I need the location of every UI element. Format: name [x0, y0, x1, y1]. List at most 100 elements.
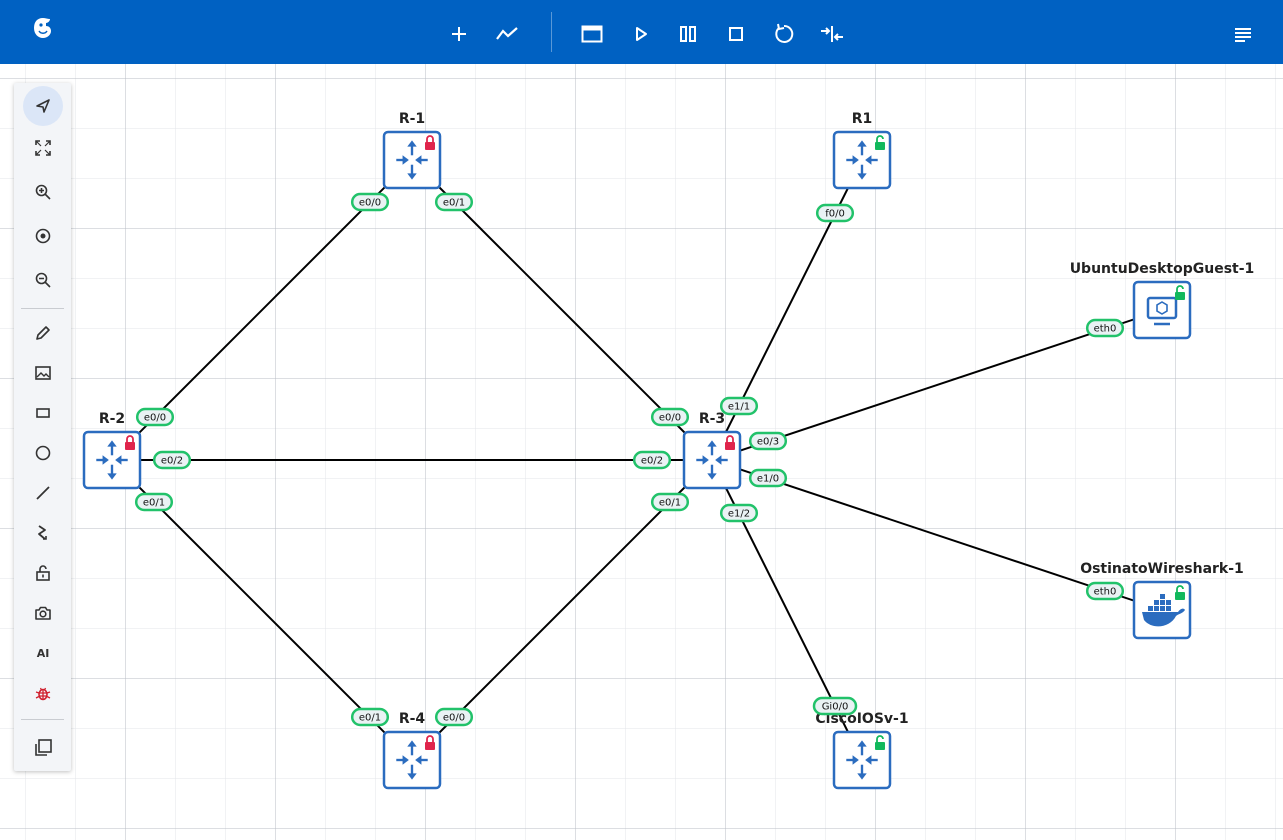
ai-text-icon: AI — [36, 646, 50, 660]
draw-curve[interactable] — [23, 513, 63, 553]
port-label[interactable]: eth0 — [1085, 581, 1125, 601]
unlock-icon — [36, 565, 50, 581]
port-label[interactable]: e1/0 — [748, 468, 788, 488]
stop-button[interactable] — [719, 17, 753, 51]
node-label: R-1 — [399, 111, 425, 127]
draw-rectangle[interactable] — [23, 393, 63, 433]
zoom-out[interactable] — [23, 260, 63, 300]
node-label: R-4 — [399, 711, 426, 727]
port-label[interactable]: Gi0/0 — [812, 696, 858, 716]
port-text: e1/0 — [757, 474, 779, 485]
port-text: e1/1 — [728, 402, 750, 413]
port-label[interactable]: e0/0 — [434, 707, 474, 727]
pencil-icon — [36, 326, 50, 340]
node-label: R1 — [852, 111, 873, 127]
port-text: Gi0/0 — [822, 702, 849, 713]
port-label[interactable]: e0/1 — [650, 492, 690, 512]
port-label[interactable]: e0/2 — [152, 450, 192, 470]
debug[interactable] — [23, 673, 63, 713]
bug-icon — [35, 687, 51, 701]
zoom-out-icon — [35, 272, 51, 288]
port-text: e0/0 — [359, 198, 381, 209]
port-label[interactable]: e0/2 — [632, 450, 672, 470]
curve-icon — [38, 525, 47, 540]
target-icon — [35, 228, 51, 244]
port-label[interactable]: e1/1 — [719, 396, 759, 416]
expand-icon — [35, 140, 51, 156]
port-text: e0/1 — [143, 498, 165, 509]
port-text: e0/0 — [659, 413, 681, 424]
topology-canvas[interactable]: R-1 R1 R-2 R-3 R-4 UbuntuDesktopGuest-1 Ostina… — [0, 64, 1283, 840]
window-icon — [581, 25, 603, 43]
port-text: e0/0 — [443, 713, 465, 724]
port-text: e0/1 — [443, 198, 465, 209]
node-label: R-3 — [699, 411, 725, 427]
port-text: e0/1 — [659, 498, 681, 509]
port-label[interactable]: eth0 — [1085, 318, 1125, 338]
menu-button[interactable] — [1226, 17, 1260, 51]
image-icon — [35, 366, 51, 380]
port-text: e0/2 — [161, 456, 183, 467]
reset-button[interactable] — [767, 17, 801, 51]
zoom-in[interactable] — [23, 172, 63, 212]
rectangle-icon — [36, 408, 50, 418]
port-text: f0/0 — [825, 209, 845, 220]
port-label[interactable]: e0/0 — [650, 407, 690, 427]
collapse-button[interactable] — [815, 17, 849, 51]
add-node-button[interactable] — [442, 17, 476, 51]
pause-icon — [680, 26, 696, 42]
start-button[interactable] — [624, 17, 658, 51]
screenshot[interactable] — [23, 593, 63, 633]
port-label[interactable]: e0/1 — [350, 707, 390, 727]
stats-button[interactable] — [490, 17, 524, 51]
port-label[interactable]: e0/1 — [434, 192, 474, 212]
select-tool[interactable] — [23, 86, 63, 126]
zoom-in-icon — [35, 184, 51, 200]
port-label[interactable]: e0/3 — [748, 431, 788, 451]
lock-toggle[interactable] — [23, 553, 63, 593]
port-label[interactable]: e0/0 — [135, 407, 175, 427]
port-text: eth0 — [1094, 587, 1117, 598]
pause-button[interactable] — [671, 17, 705, 51]
port-label[interactable]: e1/2 — [719, 503, 759, 523]
port-text: e0/1 — [359, 713, 381, 724]
node-label: R-2 — [99, 411, 125, 427]
toolbar-separator — [21, 719, 64, 720]
port-label[interactable]: e0/0 — [350, 192, 390, 212]
copy-layers[interactable] — [23, 728, 63, 768]
center-view[interactable] — [23, 216, 63, 256]
line-icon — [36, 486, 50, 500]
draw-ellipse[interactable] — [23, 433, 63, 473]
port-text: e0/3 — [757, 437, 779, 448]
top-toolbar — [0, 0, 1283, 64]
plus-icon — [452, 27, 466, 41]
line-chart-icon — [496, 27, 518, 40]
node-box[interactable] — [1132, 280, 1192, 340]
collapse-arrows-icon — [821, 26, 843, 42]
port-text: e1/2 — [728, 509, 750, 520]
cml-logo-icon[interactable] — [26, 11, 60, 45]
draw-line[interactable] — [23, 473, 63, 513]
copy-icon — [35, 739, 52, 756]
pointer-icon — [36, 99, 50, 113]
port-text: e0/0 — [144, 413, 166, 424]
port-text: eth0 — [1094, 324, 1117, 335]
play-icon — [636, 27, 647, 41]
port-label[interactable]: e0/1 — [134, 492, 174, 512]
insert-image[interactable] — [23, 353, 63, 393]
port-label[interactable]: f0/0 — [815, 203, 855, 223]
stop-icon — [729, 27, 743, 41]
toolbar-divider — [551, 12, 552, 52]
circle-icon — [35, 445, 51, 461]
port-text: e0/2 — [641, 456, 663, 467]
camera-icon — [35, 606, 51, 620]
left-toolbar: AI — [14, 83, 71, 771]
ai-assistant[interactable]: AI — [23, 633, 63, 673]
draw-pencil[interactable] — [23, 313, 63, 353]
node-label: OstinatoWireshark-1 — [1080, 561, 1244, 577]
node-label: UbuntuDesktopGuest-1 — [1070, 261, 1255, 277]
toolbar-separator — [21, 308, 64, 309]
menu-lines-icon — [1235, 28, 1251, 42]
console-button[interactable] — [575, 17, 609, 51]
fit-view[interactable] — [23, 128, 63, 168]
